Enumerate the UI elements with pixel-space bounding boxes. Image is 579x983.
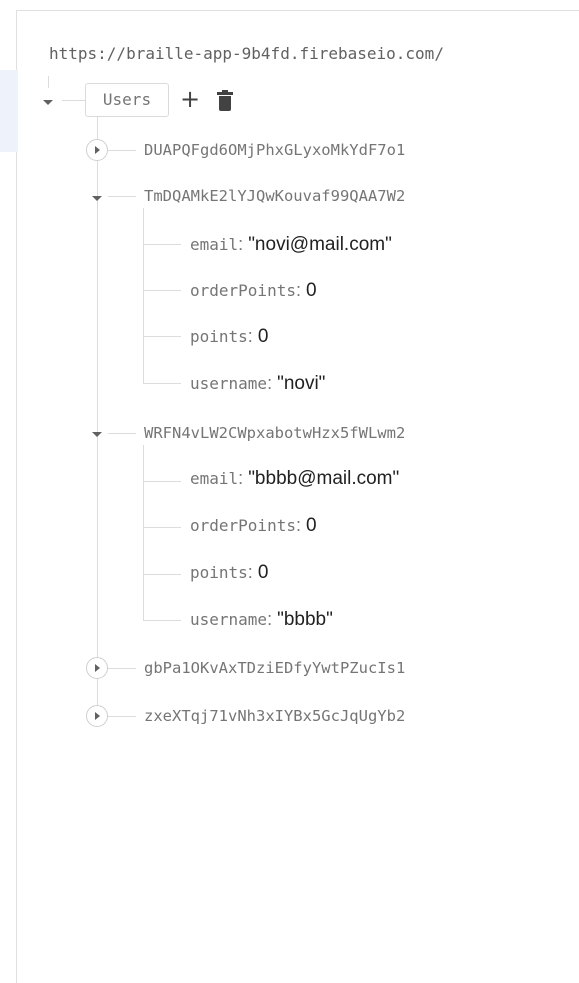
field-email[interactable]: email: "novi@mail.com" <box>190 233 392 256</box>
tree-connector <box>108 668 136 669</box>
field-key: email <box>190 235 239 254</box>
add-child-icon[interactable]: + <box>180 84 200 114</box>
tree-connector <box>62 100 85 101</box>
field-separator: : <box>267 373 278 393</box>
panel-left-border <box>16 10 17 983</box>
tree-connector <box>143 208 144 244</box>
field-key: points <box>190 563 248 582</box>
node-key[interactable]: WRFN4vLW2CWpxabotwHzx5fWLwm2 <box>144 423 405 443</box>
field-separator: : <box>295 515 306 535</box>
field-email[interactable]: email: "bbbb@mail.com" <box>190 467 399 490</box>
users-node-button[interactable]: Users <box>85 83 169 117</box>
field-value[interactable]: "novi@mail.com" <box>248 234 392 255</box>
field-key: username <box>190 610 268 629</box>
field-separator: : <box>247 562 258 582</box>
field-separator: : <box>238 234 249 254</box>
field-separator: : <box>247 326 258 346</box>
field-separator: : <box>295 280 306 300</box>
tree-connector <box>108 716 136 717</box>
field-value[interactable]: "bbbb@mail.com" <box>248 468 399 489</box>
field-value[interactable]: 0 <box>258 326 269 347</box>
field-key: points <box>190 327 248 346</box>
tree-connector <box>143 244 181 384</box>
expand-node-icon[interactable] <box>86 705 108 727</box>
field-key: orderPoints <box>190 281 296 300</box>
field-key: email <box>190 469 239 488</box>
field-value[interactable]: 0 <box>258 562 269 583</box>
node-key[interactable]: gbPa1OKvAxTDziEDfyYwtPZucIs1 <box>144 658 405 678</box>
collapse-node-caret-icon[interactable] <box>92 196 102 201</box>
field-orderpoints[interactable]: orderPoints: 0 <box>190 514 317 537</box>
field-value[interactable]: "bbbb" <box>277 609 333 630</box>
field-username[interactable]: username: "bbbb" <box>190 608 333 631</box>
collapse-root-caret-icon[interactable] <box>43 100 53 105</box>
field-separator: : <box>267 609 278 629</box>
panel-top-border <box>16 10 579 11</box>
field-orderpoints[interactable]: orderPoints: 0 <box>190 279 317 302</box>
tree-connector <box>108 150 136 151</box>
tree-connector <box>143 445 144 481</box>
tree-connector <box>143 481 181 621</box>
tree-connector <box>48 76 49 88</box>
field-key: orderPoints <box>190 516 296 535</box>
field-key: username <box>190 374 268 393</box>
selection-strip <box>0 70 18 152</box>
tree-connector <box>108 433 136 434</box>
node-key[interactable]: DUAPQFgd6OMjPhxGLyxoMkYdF7o1 <box>144 140 405 160</box>
field-value[interactable]: "novi" <box>277 373 325 394</box>
field-username[interactable]: username: "novi" <box>190 372 325 395</box>
database-url[interactable]: https://braille-app-9b4fd.firebaseio.com… <box>49 44 444 63</box>
tree-connector <box>108 196 136 197</box>
field-points[interactable]: points: 0 <box>190 561 268 584</box>
tree-spine <box>97 117 98 717</box>
collapse-node-caret-icon[interactable] <box>92 432 102 437</box>
delete-trash-icon[interactable] <box>217 90 233 112</box>
expand-node-icon[interactable] <box>86 657 108 679</box>
field-value[interactable]: 0 <box>306 515 317 536</box>
field-value[interactable]: 0 <box>306 280 317 301</box>
node-key[interactable]: TmDQAMkE2lYJQwKouvaf99QAA7W2 <box>144 186 405 206</box>
field-points[interactable]: points: 0 <box>190 325 268 348</box>
expand-node-icon[interactable] <box>86 139 108 161</box>
field-separator: : <box>238 468 249 488</box>
node-key[interactable]: zxeXTqj71vNh3xIYBx5GcJqUgYb2 <box>144 706 405 726</box>
